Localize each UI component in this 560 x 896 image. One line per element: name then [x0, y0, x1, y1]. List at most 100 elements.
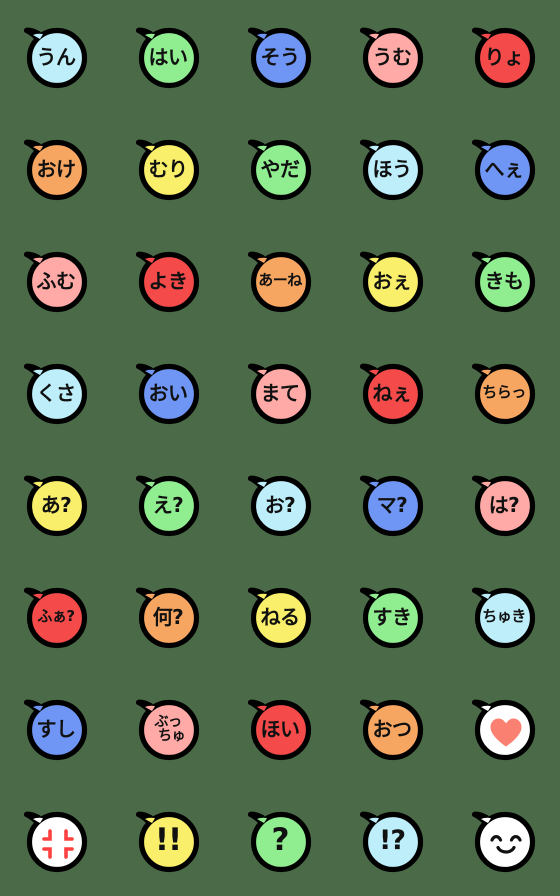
bubble-label: やだ — [244, 132, 316, 204]
bubble-hee[interactable]: へぇ — [448, 112, 560, 224]
speech-bubble: よき — [132, 244, 204, 316]
speech-bubble: やだ — [244, 132, 316, 204]
bubble-muri[interactable]: むり — [112, 112, 224, 224]
bubble-label: ねる — [244, 580, 316, 652]
bubble-chira[interactable]: ちらっ — [448, 336, 560, 448]
speech-bubble: おい — [132, 356, 204, 428]
bubble-label: すき — [356, 580, 428, 652]
bubble-aane[interactable]: あーね — [224, 224, 336, 336]
bubble-hoi[interactable]: ほい — [224, 672, 336, 784]
bubble-chuki[interactable]: ちゅき — [448, 560, 560, 672]
bubble-label-line: ねる — [260, 604, 301, 629]
speech-bubble: お? — [244, 468, 316, 540]
bubble-un[interactable]: うん — [0, 0, 112, 112]
bubble-yada[interactable]: やだ — [224, 112, 336, 224]
anger-mark-icon — [42, 829, 74, 859]
heart-icon — [490, 718, 522, 746]
bubble-heart[interactable] — [448, 672, 560, 784]
speech-bubble: きも — [468, 244, 540, 316]
bubble-mate[interactable]: まて — [224, 336, 336, 448]
speech-bubble: うむ — [356, 20, 428, 92]
bubble-nani-question[interactable]: 何? — [112, 560, 224, 672]
bubble-hou[interactable]: ほう — [336, 112, 448, 224]
bubble-label-line: りょ — [484, 44, 525, 69]
bubble-label-line: え? — [152, 492, 184, 517]
bubble-label-line: むり — [148, 156, 189, 181]
speech-bubble: え? — [132, 468, 204, 540]
bubble-label-line: おい — [148, 380, 189, 405]
bubble-a-question[interactable]: あ? — [0, 448, 112, 560]
speech-bubble: ? — [244, 804, 316, 876]
bubble-label: へぇ — [468, 132, 540, 204]
bubble-kimo[interactable]: きも — [448, 224, 560, 336]
bubble-suki[interactable]: すき — [336, 560, 448, 672]
speech-bubble: うん — [20, 20, 92, 92]
speech-bubble: ふぁ? — [20, 580, 92, 652]
bubble-ryo[interactable]: りょ — [448, 0, 560, 112]
bubble-hai[interactable]: はい — [112, 0, 224, 112]
bubble-label-line: うむ — [372, 44, 413, 69]
bubble-label-line: あ? — [40, 492, 72, 517]
speech-bubble — [468, 692, 540, 764]
bubble-label-line: すき — [372, 604, 413, 629]
speech-bubble: ちらっ — [468, 356, 540, 428]
anger-mark-icon — [20, 804, 94, 880]
bubble-double-exclamation[interactable]: !! — [112, 784, 224, 896]
speech-bubble: あ? — [20, 468, 92, 540]
bubble-label-line: 何? — [152, 604, 184, 629]
bubble-label: あ? — [20, 468, 92, 540]
bubble-label-line: は? — [488, 492, 520, 517]
bubble-bucchu[interactable]: ぶっ ちゅ — [112, 672, 224, 784]
bubble-yoki[interactable]: よき — [112, 224, 224, 336]
bubble-exclamation-question[interactable]: !? — [336, 784, 448, 896]
speech-bubble: おぇ — [356, 244, 428, 316]
speech-bubble: そう — [244, 20, 316, 92]
bubble-smiling-face[interactable] — [448, 784, 560, 896]
bubble-oi[interactable]: おい — [112, 336, 224, 448]
bubble-oe[interactable]: おぇ — [336, 224, 448, 336]
bubble-question-mark[interactable]: ? — [224, 784, 336, 896]
speech-bubble: すし — [20, 692, 92, 764]
bubble-label: あーね — [244, 244, 316, 316]
speech-bubble — [468, 804, 540, 876]
bubble-label-line: まて — [260, 380, 301, 405]
bubble-label-line: ほう — [372, 156, 413, 181]
bubble-label-line: はい — [148, 44, 189, 69]
bubble-oke[interactable]: おけ — [0, 112, 112, 224]
smiling-face-icon — [468, 804, 542, 880]
bubble-ha-question[interactable]: は? — [448, 448, 560, 560]
bubble-label: うむ — [356, 20, 428, 92]
bubble-e-question[interactable]: え? — [112, 448, 224, 560]
bubble-label: ふむ — [20, 244, 92, 316]
speech-bubble: ふむ — [20, 244, 92, 316]
speech-bubble: 何? — [132, 580, 204, 652]
bubble-fa-question[interactable]: ふぁ? — [0, 560, 112, 672]
bubble-label: !? — [356, 804, 428, 876]
bubble-label: はい — [132, 20, 204, 92]
bubble-label-line: へぇ — [484, 156, 525, 181]
speech-bubble: あーね — [244, 244, 316, 316]
bubble-label: 何? — [132, 580, 204, 652]
bubble-label-line: ぶっ — [154, 714, 183, 730]
speech-bubble: ちゅき — [468, 580, 540, 652]
bubble-label: ねぇ — [356, 356, 428, 428]
bubble-o-question[interactable]: お? — [224, 448, 336, 560]
bubble-label: おつ — [356, 692, 428, 764]
bubble-label: そう — [244, 20, 316, 92]
bubble-kusa[interactable]: くさ — [0, 336, 112, 448]
bubble-label: ほう — [356, 132, 428, 204]
speech-bubble: ねる — [244, 580, 316, 652]
bubble-nee[interactable]: ねぇ — [336, 336, 448, 448]
speech-bubble: むり — [132, 132, 204, 204]
speech-bubble: は? — [468, 468, 540, 540]
bubble-sushi[interactable]: すし — [0, 672, 112, 784]
bubble-anger-mark[interactable] — [0, 784, 112, 896]
speech-bubble: すき — [356, 580, 428, 652]
bubble-fumu[interactable]: ふむ — [0, 224, 112, 336]
speech-bubble: おつ — [356, 692, 428, 764]
bubble-sou[interactable]: そう — [224, 0, 336, 112]
bubble-neru[interactable]: ねる — [224, 560, 336, 672]
bubble-ma-question[interactable]: マ? — [336, 448, 448, 560]
bubble-otsu[interactable]: おつ — [336, 672, 448, 784]
bubble-umu[interactable]: うむ — [336, 0, 448, 112]
